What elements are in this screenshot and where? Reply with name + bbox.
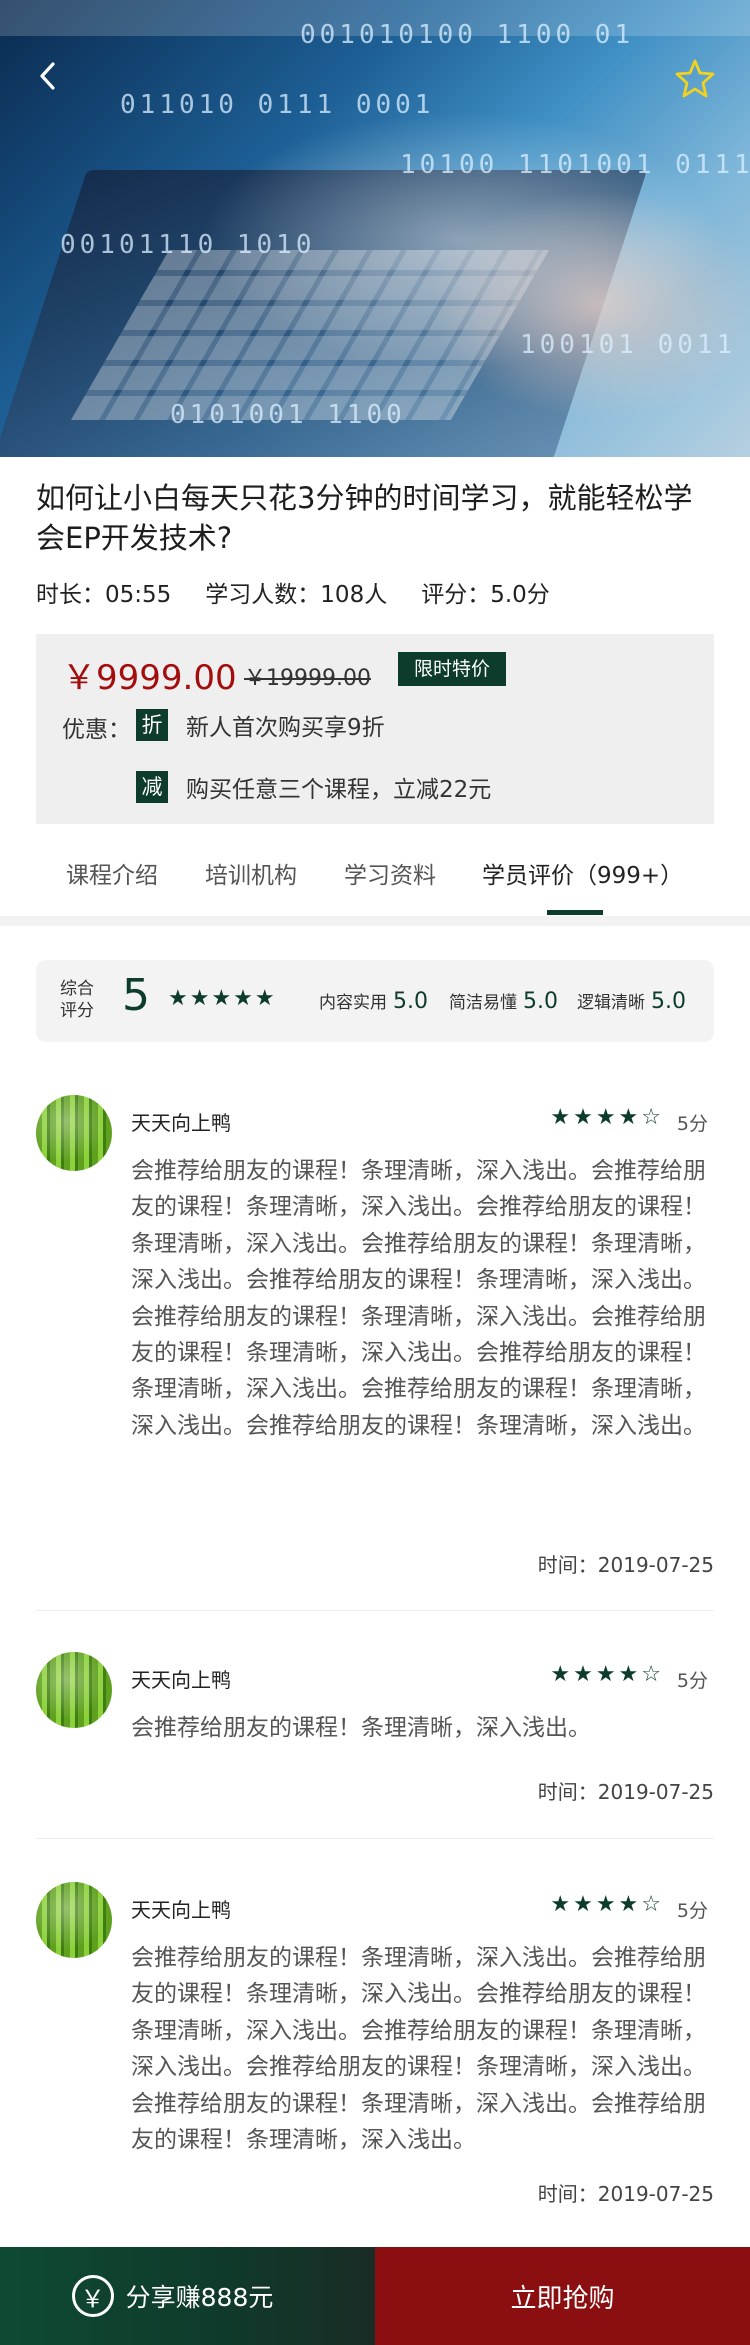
original-price: ￥19999.00: [244, 666, 371, 691]
buy-now-button[interactable]: 立即抢购: [375, 2247, 750, 2345]
buy-now-label: 立即抢购: [510, 2283, 615, 2314]
review-time: 时间：2019-07-25: [537, 1553, 714, 1577]
rating-practical-label: 内容实用: [319, 993, 387, 1013]
binary-code-text: 10100 1101001 0111: [400, 150, 750, 180]
promo-text: 购买任意三个课程，立减22元: [186, 777, 492, 803]
limited-offer-badge: 限时特价: [398, 652, 506, 686]
avatar[interactable]: [36, 1095, 112, 1171]
review-item: 天天向上鸭 ★★★★☆ 5分 会推荐给朋友的课程！条理清晰，深入浅出。 时间：2…: [36, 1652, 714, 1804]
course-duration: 时长：05:55: [36, 582, 172, 608]
binary-code-text: 011010 0111 0001: [120, 90, 435, 120]
rating-summary: 综合评分 5 ★★★★★ 内容实用 5.0 简洁易懂 5.0 逻辑清晰 5.0: [36, 960, 714, 1042]
review-item: 天天向上鸭 ★★★★☆ 5分 会推荐给朋友的课程！条理清晰，深入浅出。会推荐给朋…: [36, 1882, 714, 2212]
rating-clarity-label: 简洁易懂: [449, 993, 517, 1013]
reviewer-name: 天天向上鸭: [131, 1111, 231, 1135]
promo-label: 优惠：: [62, 717, 131, 743]
review-score: 5分: [676, 1900, 708, 1922]
current-price: ￥9999.00: [62, 658, 237, 698]
star-outline-icon: [675, 59, 715, 98]
binary-code-text: 001010100 1100 01: [300, 20, 635, 50]
course-cover-image: 011010 0111 0001 00101110 1010 10100 110…: [0, 0, 750, 457]
share-earn-label: 分享赚888元: [125, 2283, 274, 2312]
active-tab-indicator: [547, 910, 603, 915]
rating-practical-value: 5.0: [393, 989, 428, 1014]
review-stars: ★★★★☆: [550, 1892, 664, 1917]
bottom-action-bar: ￥ 分享赚888元 立即抢购: [0, 2247, 750, 2345]
rating-logic-label: 逻辑清晰: [577, 993, 645, 1013]
binary-code-text: 100101 0011 1010: [520, 330, 750, 360]
review-divider: [36, 1610, 714, 1611]
review-score: 5分: [676, 1113, 708, 1135]
course-title: 如何让小白每天只花3分钟的时间学习，就能轻松学会EP开发技术?: [36, 481, 693, 555]
price-panel: ￥9999.00 ￥19999.00 限时特价 优惠： 折 新人首次购买享9折 …: [36, 634, 714, 824]
promo-discount: 折 新人首次购买享9折: [136, 708, 385, 742]
rating-practical: 内容实用 5.0: [319, 988, 428, 1014]
back-arrow-icon: [40, 62, 55, 90]
avatar[interactable]: [36, 1652, 112, 1728]
promo-reduction: 减 购买任意三个课程，立减22元: [136, 770, 491, 804]
tab-course-intro[interactable]: 课程介绍: [66, 856, 158, 890]
course-rating: 评分：5.0分: [421, 582, 550, 608]
tab-training-org[interactable]: 培训机构: [205, 856, 297, 890]
reviewer-name: 天天向上鸭: [131, 1898, 231, 1922]
share-earn-button[interactable]: ￥ 分享赚888元: [0, 2247, 375, 2345]
discount-badge: 折: [136, 709, 168, 741]
review-time: 时间：2019-07-25: [537, 2182, 714, 2206]
review-item: 天天向上鸭 ★★★★☆ 5分 会推荐给朋友的课程！条理清晰，深入浅出。会推荐给朋…: [36, 1095, 714, 1595]
rating-logic-value: 5.0: [651, 989, 686, 1014]
review-stars: ★★★★☆: [550, 1662, 664, 1687]
course-meta: 时长：05:55 学习人数：108人 评分：5.0分: [36, 575, 550, 609]
review-text: 会推荐给朋友的课程！条理清晰，深入浅出。会推荐给朋友的课程！条理清晰，深入浅出。…: [131, 1158, 706, 1439]
review-divider: [36, 1838, 714, 1839]
binary-code-text: 0101001 1100: [170, 400, 406, 430]
course-learners: 学习人数：108人: [205, 582, 388, 608]
avatar[interactable]: [36, 1882, 112, 1958]
review-text: 会推荐给朋友的课程！条理清晰，深入浅出。: [131, 1715, 591, 1741]
course-tabs: 课程介绍 培训机构 学习资料 学员评价（999+）: [0, 840, 750, 916]
tab-study-materials[interactable]: 学习资料: [344, 856, 436, 890]
overall-score: 5: [122, 970, 150, 1021]
overall-rating-label: 综合评分: [60, 979, 94, 1021]
reduction-badge: 减: [136, 771, 168, 803]
binary-code-text: 00101110 1010: [60, 230, 316, 260]
rating-clarity: 简洁易懂 5.0: [449, 988, 558, 1014]
overall-stars: ★★★★★: [168, 986, 277, 1011]
section-divider: [0, 916, 750, 926]
tab-student-reviews[interactable]: 学员评价（999+）: [482, 856, 683, 890]
rating-clarity-value: 5.0: [523, 989, 558, 1014]
promo-text: 新人首次购买享9折: [186, 715, 385, 741]
reviewer-name: 天天向上鸭: [131, 1668, 231, 1692]
yen-circle-icon: ￥: [71, 2275, 114, 2317]
favorite-button[interactable]: [674, 58, 716, 98]
review-stars: ★★★★☆: [550, 1105, 664, 1130]
review-time: 时间：2019-07-25: [537, 1780, 714, 1804]
rating-logic: 逻辑清晰 5.0: [577, 988, 686, 1014]
review-score: 5分: [676, 1670, 708, 1692]
back-button[interactable]: [28, 56, 68, 96]
review-text: 会推荐给朋友的课程！条理清晰，深入浅出。会推荐给朋友的课程！条理清晰，深入浅出。…: [131, 1945, 706, 2154]
